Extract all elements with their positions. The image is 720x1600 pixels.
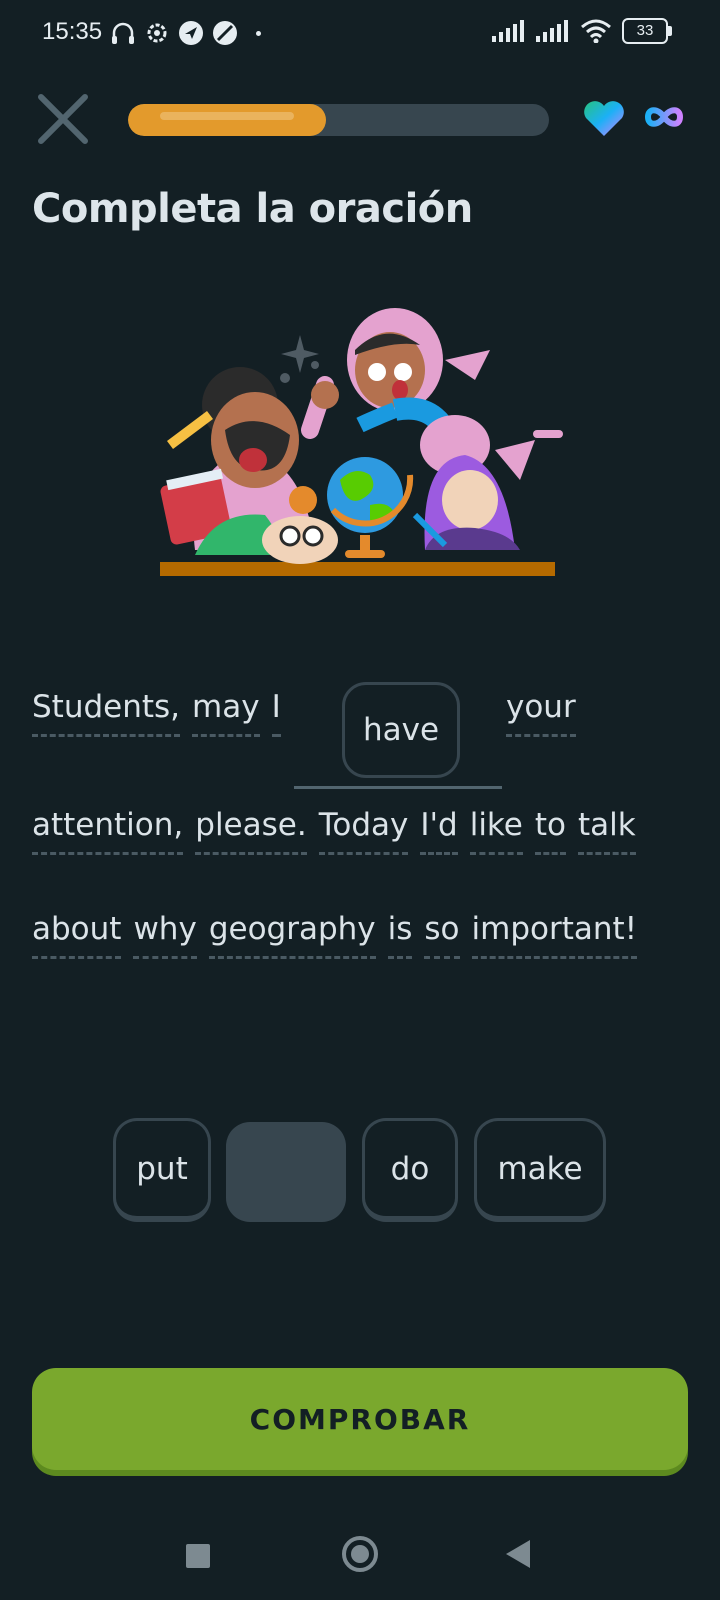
sentence-word[interactable]: attention, (32, 808, 184, 856)
sentence-word[interactable]: to (534, 808, 566, 856)
recent-apps-icon[interactable] (186, 1544, 210, 1568)
status-bar: 15:35 33 (0, 0, 720, 70)
sentence-word[interactable]: about (32, 912, 122, 960)
check-button[interactable]: COMPROBAR (32, 1368, 688, 1470)
sentence-word[interactable]: geography (208, 912, 376, 960)
signal-icon-2 (536, 20, 568, 42)
word-bank-option[interactable]: put (113, 1118, 211, 1222)
sentence-word[interactable]: so (424, 912, 460, 960)
sentence-word[interactable]: is (387, 912, 413, 960)
dot-icon (256, 30, 261, 36)
sentence-word[interactable]: Students, (32, 690, 181, 738)
sentence-word[interactable]: like (469, 808, 523, 856)
lesson-progress-fill (128, 104, 326, 136)
signal-icon (492, 20, 524, 42)
word-bank-option[interactable]: do (362, 1118, 458, 1222)
sentence-word[interactable]: may (192, 690, 260, 738)
selected-answer-chip[interactable]: have (342, 682, 460, 778)
home-icon[interactable] (342, 1536, 378, 1572)
status-time: 15:35 (42, 18, 103, 45)
classroom-illustration (160, 308, 563, 576)
word-bank-empty-slot (226, 1122, 346, 1222)
back-icon[interactable] (506, 1540, 530, 1568)
lesson-progress-bar (128, 104, 549, 136)
sentence-word[interactable]: please. (195, 808, 307, 856)
sentence-word[interactable]: why (133, 912, 197, 960)
sentence-word[interactable]: your (506, 690, 576, 738)
sentence-word[interactable]: talk (577, 808, 636, 856)
sentence-line-1: Students, may I (32, 690, 293, 738)
headphones-icon (112, 22, 134, 44)
sentence-line-2: attention, please. Today I'd like to tal… (32, 808, 648, 856)
system-navigation-bar (0, 1500, 720, 1600)
navigation-icon (179, 21, 203, 45)
wifi-icon (581, 19, 611, 43)
word-bank-option[interactable]: make (474, 1118, 606, 1222)
settings-gear-icon (147, 23, 167, 43)
status-icons-right: 33 (492, 18, 672, 44)
sentence-line-1-tail: your (506, 690, 588, 738)
sentence-word[interactable]: I (271, 690, 281, 738)
battery-indicator: 33 (622, 18, 672, 44)
sentence-word[interactable]: Today (318, 808, 409, 856)
sentence-word[interactable]: I'd (420, 808, 458, 856)
sentence-line-3: about why geography is so important! (32, 912, 649, 960)
heart-icon[interactable] (582, 98, 626, 138)
status-icons-left (110, 20, 261, 46)
exercise-title: Completa la oración (32, 186, 473, 232)
close-icon[interactable] (36, 92, 90, 146)
moon-icon (213, 21, 237, 45)
sentence-word[interactable]: important! (471, 912, 638, 960)
infinity-icon[interactable] (642, 100, 686, 134)
